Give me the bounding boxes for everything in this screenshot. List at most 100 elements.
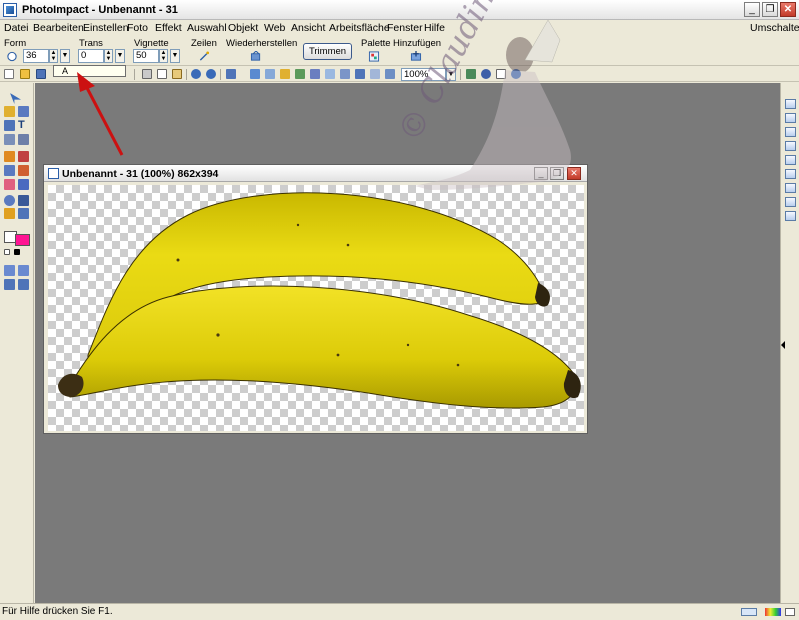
panel-navigator-icon[interactable] (785, 211, 796, 221)
default-colors-icon[interactable] (14, 249, 20, 255)
panel-brush-icon[interactable] (785, 155, 796, 165)
panel-channel-icon[interactable] (785, 127, 796, 137)
trans-label: Trans (79, 38, 103, 49)
resize-icon[interactable] (340, 69, 350, 79)
window-icon[interactable] (496, 69, 506, 79)
form-dropdown[interactable]: ▼ (60, 49, 70, 63)
document-minimize-button[interactable]: _ (534, 167, 548, 180)
view-icon[interactable] (370, 69, 380, 79)
vignette-spinner[interactable]: ▲ ▼ (159, 49, 168, 63)
grid-tool-icon[interactable] (4, 265, 15, 276)
vignette-dropdown[interactable]: ▼ (170, 49, 180, 63)
panel-quick-command-icon[interactable] (785, 197, 796, 207)
browse-icon[interactable] (280, 69, 290, 79)
trimmen-button[interactable]: Trimmen (303, 43, 352, 60)
frame-tool-icon[interactable] (18, 265, 29, 276)
menu-fenster[interactable]: Fenster (387, 22, 423, 34)
menu-web[interactable]: Web (264, 22, 285, 34)
shape-tool-icon[interactable] (18, 208, 29, 219)
info-icon[interactable] (511, 69, 521, 79)
menu-objekt[interactable]: Objekt (228, 22, 258, 34)
menu-umschalten[interactable]: Umschalten (750, 22, 799, 34)
save-icon[interactable] (36, 69, 46, 79)
paste-icon[interactable] (172, 69, 182, 79)
print-icon[interactable] (226, 69, 236, 79)
brush-tool-icon[interactable] (18, 151, 29, 162)
panel-object-icon[interactable] (785, 183, 796, 193)
menu-auswahl[interactable]: Auswahl (187, 22, 227, 34)
clone-tool-icon[interactable] (4, 165, 15, 176)
wand-icon[interactable] (198, 51, 210, 62)
pen-tool-icon[interactable] (4, 208, 15, 219)
paint-tool-icon[interactable] (4, 151, 15, 162)
text-tool-icon[interactable]: T (18, 120, 29, 131)
minimize-button[interactable]: _ (744, 2, 760, 17)
new-file-icon[interactable] (4, 69, 14, 79)
copy-icon[interactable] (157, 69, 167, 79)
panel-history-icon[interactable] (785, 141, 796, 151)
app-icon[interactable] (3, 3, 17, 17)
eyedropper-tool-icon[interactable] (18, 195, 29, 206)
panel-gallery-icon[interactable] (785, 169, 796, 179)
object-tool-icon[interactable] (18, 279, 29, 290)
menu-foto[interactable]: Foto (127, 22, 148, 34)
form-spinner[interactable]: ▲ ▼ (49, 49, 58, 63)
image-canvas[interactable] (48, 185, 584, 431)
vignette-field[interactable]: 50 (133, 49, 159, 63)
background-color-swatch[interactable] (15, 234, 30, 246)
trans-field[interactable]: 0 (78, 49, 104, 63)
document-close-button[interactable]: ✕ (567, 167, 581, 180)
panel-easy-palette-icon[interactable] (785, 99, 796, 109)
selection-tool-icon[interactable] (4, 106, 15, 117)
lasso-tool-icon[interactable] (18, 106, 29, 117)
add-icon[interactable] (410, 51, 422, 62)
pick-tool-icon[interactable] (10, 93, 21, 104)
trans-dropdown[interactable]: ▼ (115, 49, 125, 63)
open-file-icon[interactable] (20, 69, 30, 79)
menu-bearbeiten[interactable]: Bearbeiten (33, 22, 84, 34)
fit-icon[interactable] (385, 69, 395, 79)
circle-icon[interactable] (6, 51, 18, 62)
form-field[interactable]: 36 (23, 49, 49, 63)
scan-icon[interactable] (250, 69, 260, 79)
effect-icon[interactable] (310, 69, 320, 79)
retouch-tool-icon[interactable] (18, 165, 29, 176)
transform-tool-icon[interactable] (18, 134, 29, 145)
menu-ansicht[interactable]: Ansicht (291, 22, 325, 34)
document-title-bar[interactable]: Unbenannt - 31 (100%) 862x394 _ ❐ ✕ (44, 165, 587, 182)
document-title: Unbenannt - 31 (100%) 862x394 (62, 168, 219, 180)
menu-effekt[interactable]: Effekt (155, 22, 182, 34)
cut-icon[interactable] (142, 69, 152, 79)
menu-arbeitsflaeche[interactable]: Arbeitsfläche (329, 22, 390, 34)
restore-button[interactable]: ❐ (762, 2, 778, 17)
document-maximize-button[interactable]: ❐ (550, 167, 564, 180)
document-icon[interactable] (48, 168, 59, 179)
menu-einstellen[interactable]: Einstellen (83, 22, 129, 34)
palette-icon[interactable] (368, 51, 380, 62)
fill-tool-icon[interactable] (18, 179, 29, 190)
close-button[interactable]: ✕ (780, 2, 796, 17)
frame-icon[interactable] (355, 69, 365, 79)
restore-icon[interactable] (250, 51, 262, 62)
panel-collapse-icon[interactable] (781, 341, 785, 349)
menu-datei[interactable]: Datei (4, 22, 29, 34)
wand-tool-icon[interactable] (4, 120, 15, 131)
mask-tool-icon[interactable] (4, 279, 15, 290)
crop-tool-icon[interactable] (4, 134, 15, 145)
crop-icon[interactable] (325, 69, 335, 79)
web-icon[interactable] (466, 69, 476, 79)
eraser-tool-icon[interactable] (4, 179, 15, 190)
undo-icon[interactable] (191, 69, 201, 79)
camera-icon[interactable] (265, 69, 275, 79)
swap-colors-icon[interactable] (4, 249, 10, 255)
zoom-tool-icon[interactable] (4, 195, 15, 206)
trans-spinner[interactable]: ▲ ▼ (104, 49, 113, 63)
status-text: Für Hilfe drücken Sie F1. (2, 606, 113, 617)
redo-icon[interactable] (206, 69, 216, 79)
panel-layer-icon[interactable] (785, 113, 796, 123)
document-window[interactable]: Unbenannt - 31 (100%) 862x394 _ ❐ ✕ (43, 164, 588, 434)
panel-manager-bar (780, 83, 799, 603)
status-memory-icon (741, 608, 757, 616)
help-icon[interactable] (481, 69, 491, 79)
optimize-icon[interactable] (295, 69, 305, 79)
